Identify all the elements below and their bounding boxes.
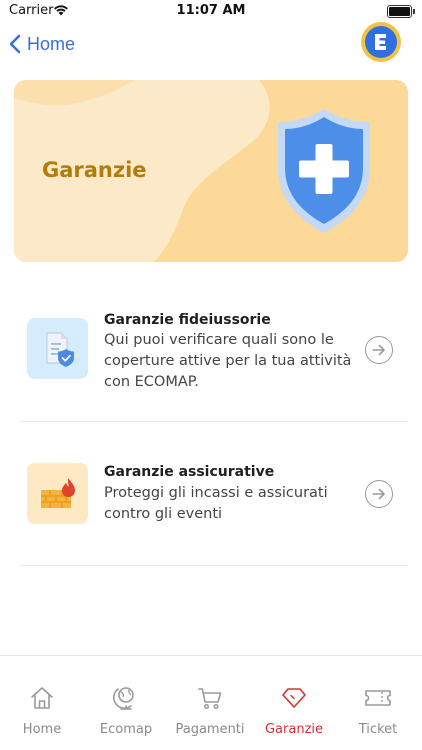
tab-pagamenti[interactable]: Pagamenti [168,656,252,750]
item-description: Qui puoi verificare quali sono le copert… [104,332,352,390]
hero-title: Garanzie [42,158,147,182]
tab-label: Home [22,722,62,737]
firewall-icon [27,463,88,524]
tab-home[interactable]: Home [0,656,84,750]
globe-icon [113,687,134,710]
item-title: Garanzie assicurative [104,464,275,480]
list-item-garanzie-fideiussorie[interactable]: Garanzie fideiussorie Qui puoi verificar… [20,312,408,407]
arrow-right-circle-icon [365,480,393,508]
tab-label: Ecomap [99,722,153,737]
tab-label: Pagamenti [175,722,245,737]
status-bar: Carrier 11:07 AM [0,0,422,26]
chevron-left-icon [9,34,21,54]
list-item-garanzie-assicurative[interactable]: Garanzie assicurative Proteggi gli incas… [20,463,408,534]
status-time: 11:07 AM [176,3,246,18]
divider [20,565,408,566]
ecomap-logo-icon [365,26,397,58]
profile-avatar[interactable] [361,22,401,62]
tab-garanzie[interactable]: Garanzie [252,656,336,750]
hero-banner: Garanzie [14,80,408,262]
ticket-icon [365,690,391,706]
cart-icon [198,688,222,710]
diamond-icon [282,688,306,708]
item-title: Garanzie fideiussorie [104,312,271,328]
shield-plus-icon [278,109,370,233]
tab-ticket[interactable]: Ticket [336,656,420,750]
divider [20,421,408,422]
tab-label: Ticket [358,722,398,737]
item-description: Proteggi gli incassi e assicurati contro… [104,485,328,522]
battery-icon [387,5,415,18]
back-button[interactable]: Home [9,30,75,58]
house-icon [31,687,53,709]
tab-bar: Home Ecomap Pagamenti Garanzie Ticket [0,655,422,750]
tab-ecomap[interactable]: Ecomap [84,656,168,750]
arrow-right-circle-icon [365,336,393,364]
document-shield-icon [27,318,88,379]
tab-label: Garanzie [264,722,324,737]
back-button-label: Home [27,33,76,54]
